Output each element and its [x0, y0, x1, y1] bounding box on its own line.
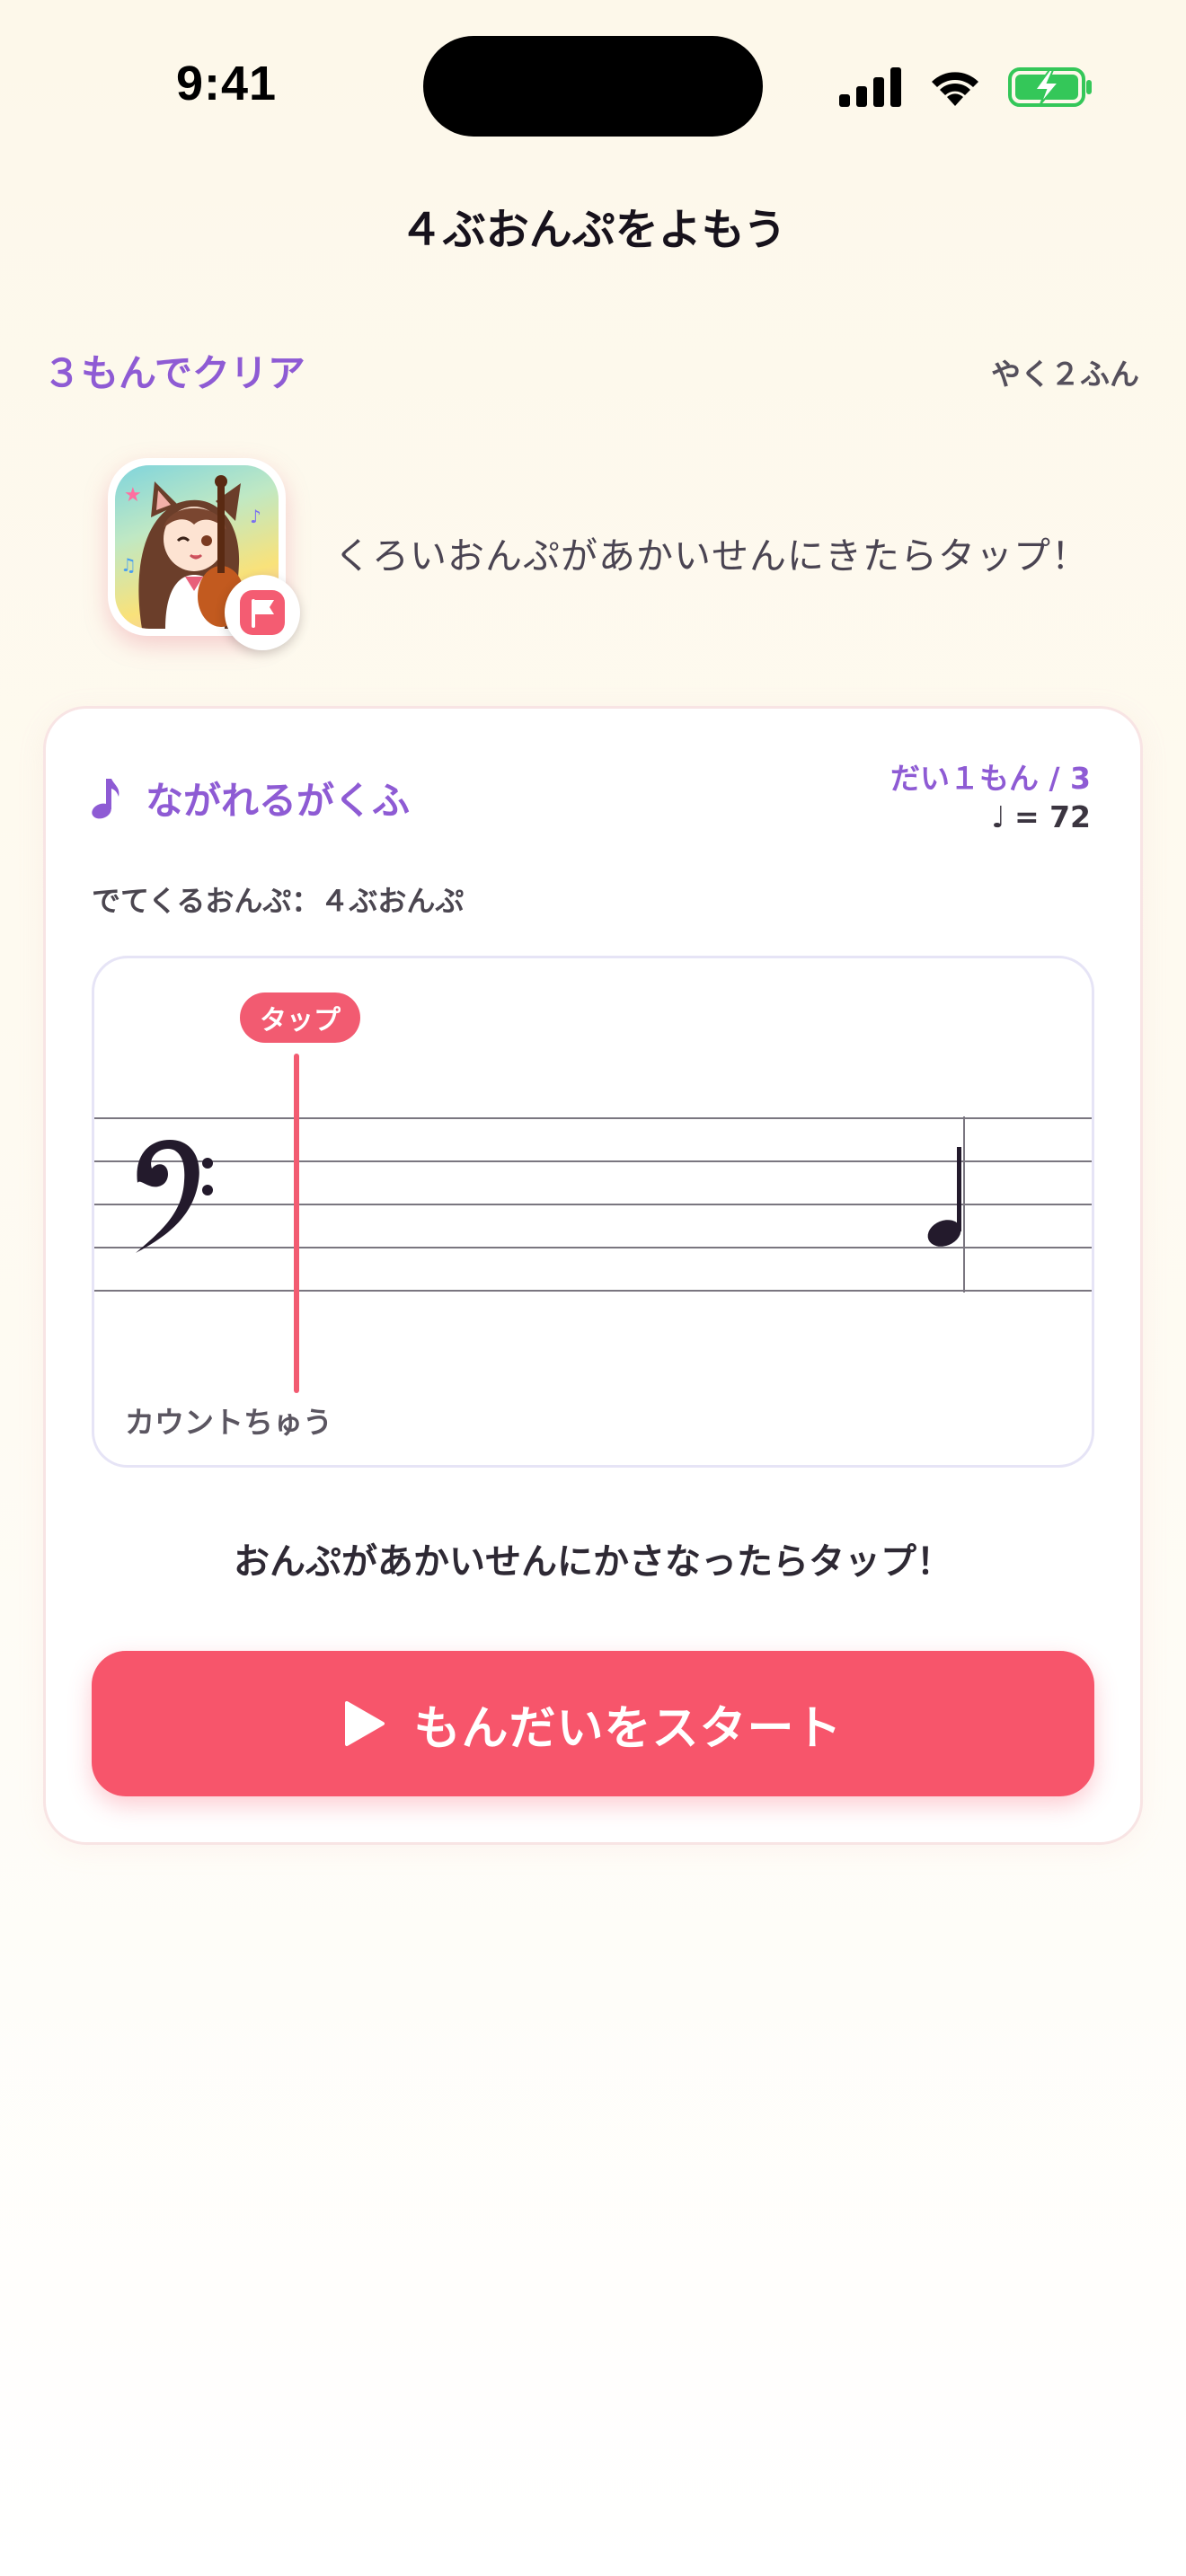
- flag-badge: [225, 575, 300, 650]
- svg-text:♪: ♪: [250, 506, 261, 527]
- svg-text:★: ★: [124, 484, 142, 507]
- flag-icon: [240, 590, 285, 635]
- cellular-signal-icon: [839, 67, 901, 107]
- count-status: カウントちゅう: [125, 1405, 332, 1440]
- page-title: ４ぶおんぷをよもう: [399, 205, 787, 255]
- status-icons: [839, 65, 1094, 110]
- clear-goal-label: ３もんでクリア: [43, 351, 305, 395]
- play-icon: [345, 1701, 385, 1746]
- staff-lines: [94, 1117, 1092, 1292]
- staff-drawing: [94, 1054, 1092, 1393]
- scrolling-staff[interactable]: タップ カウントちゅう: [92, 956, 1094, 1468]
- question-counter: だい１もん / 3: [890, 761, 1091, 796]
- start-button-label: もんだいをスタート: [413, 1702, 843, 1755]
- tap-hint: おんぷがあかいせんにかさなったらタップ！: [234, 1541, 952, 1583]
- battery-charging-icon: [1008, 67, 1092, 107]
- notes-appearing-label: でてくるおんぷ：４ぶおんぷ: [92, 884, 465, 918]
- tempo-marking: ♩ = 72: [991, 799, 1091, 834]
- estimated-time-label: やく２ふん: [991, 357, 1139, 392]
- start-question-button[interactable]: もんだいをスタート: [92, 1651, 1094, 1796]
- status-bar: 9:41: [0, 0, 1186, 171]
- quarter-note-tempo-icon: ♩: [991, 799, 1005, 834]
- status-time: 9:41: [176, 57, 278, 110]
- quarter-note-icon: [927, 1147, 961, 1247]
- card-title: ながれるがくふ: [90, 771, 410, 825]
- dynamic-island: [423, 36, 763, 137]
- lesson-instruction: くろいおんぷがあかいせんにきたらタップ！: [334, 534, 1089, 578]
- music-note-icon: [92, 778, 119, 818]
- tap-marker: タップ: [240, 992, 360, 1043]
- svg-text:♫: ♫: [120, 554, 137, 576]
- wifi-icon: [932, 72, 978, 106]
- bass-clef-icon: [136, 1140, 213, 1253]
- card-title-text: ながれるがくふ: [146, 779, 411, 823]
- tempo-value: = 72: [1013, 799, 1091, 834]
- tap-line: [294, 1054, 299, 1393]
